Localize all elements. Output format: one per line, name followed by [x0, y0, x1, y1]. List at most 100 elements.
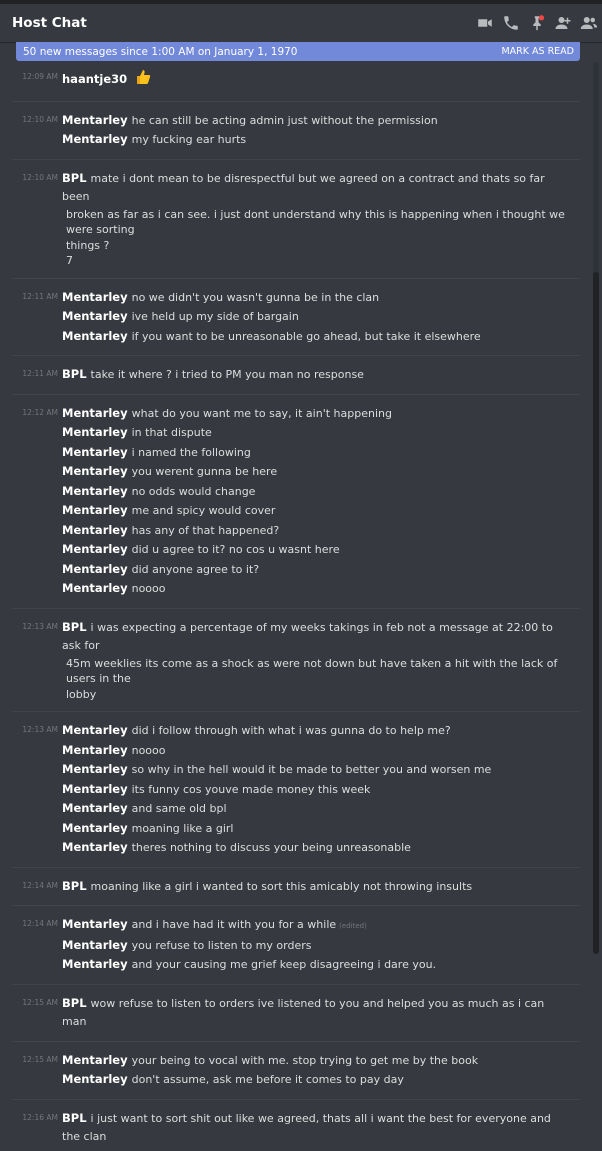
message-text: noooo	[131, 743, 166, 757]
message-text: me and spicy would cover	[131, 504, 276, 517]
message-timestamp: 12:09 AM	[22, 72, 58, 81]
message-timestamp: 12:14 AM	[22, 880, 58, 890]
message-text: its funny cos youve made money this week	[131, 782, 371, 796]
message-text-continued: things ?	[66, 238, 110, 252]
message-text: has any of that happened?	[131, 523, 280, 537]
message: 12:14 AM Mentarley and i have had it with …	[0, 915, 590, 936]
message-text: take it where ? i tried to PM you man no…	[90, 368, 364, 381]
message: Mentarley don't assume, ask me before it …	[0, 1070, 590, 1090]
scrollbar-thumb[interactable]	[593, 272, 599, 954]
message-author[interactable]: Mentarley	[62, 957, 128, 971]
message-author[interactable]: BPL	[62, 1111, 87, 1125]
message-timestamp: 12:14 AM	[22, 919, 58, 928]
message-text: i named the following	[131, 445, 251, 459]
video-call-icon[interactable]	[476, 14, 494, 32]
message-author[interactable]: Mentarley	[62, 113, 128, 127]
message-author[interactable]: Mentarley	[62, 581, 128, 595]
message-text: no odds would change	[131, 484, 256, 498]
edited-marker: (edited)	[339, 922, 367, 930]
message-author[interactable]: Mentarley	[62, 425, 128, 439]
mark-as-read-button[interactable]: MARK AS READ	[501, 46, 574, 57]
message: 12:13 AM BPL i was expecting a percentage …	[0, 618, 590, 656]
message-author[interactable]: Mentarley	[62, 562, 128, 576]
message-author[interactable]: Mentarley	[62, 329, 128, 343]
message-group: 12:13 AM BPL i was expecting a percentage …	[0, 614, 590, 707]
message-author[interactable]: haantje30	[62, 72, 127, 86]
message-text: i was expecting a percentage of my weeks…	[62, 620, 553, 653]
message-group: 12:15 AM BPL wow refuse to listen to order…	[0, 990, 590, 1036]
message-divider	[12, 158, 580, 160]
message: 12:11 AM BPL take it where ? i tried to PM…	[0, 365, 590, 385]
add-friend-icon[interactable]	[554, 14, 572, 32]
message-text: theres nothing to discuss your being unr…	[131, 841, 411, 854]
pinned-messages-icon[interactable]	[528, 14, 546, 32]
message-author[interactable]: Mentarley	[62, 1053, 128, 1067]
message-group: 12:09 AM haantje30	[0, 64, 590, 96]
message-author[interactable]: Mentarley	[62, 743, 128, 757]
message-group: 12:12 AM Mentarley what do you want me to …	[0, 400, 590, 603]
message: Mentarley theres nothing to discuss your …	[0, 838, 590, 858]
message-author[interactable]: BPL	[62, 171, 87, 185]
message-divider	[12, 277, 580, 279]
message-text: moaning like a girl i wanted to sort thi…	[90, 879, 473, 893]
message-text: ive held up my side of bargain	[131, 310, 299, 323]
message-divider	[12, 1040, 580, 1042]
new-messages-banner[interactable]: 50 new messages since 1:00 AM on January…	[16, 42, 580, 61]
message-author[interactable]: Mentarley	[62, 821, 128, 835]
message-author[interactable]: Mentarley	[62, 723, 128, 737]
message: Mentarley me and spicy would cover	[0, 501, 590, 521]
message-author[interactable]: BPL	[62, 879, 87, 893]
message-author[interactable]: BPL	[62, 620, 87, 634]
member-list-icon[interactable]	[580, 14, 598, 32]
message-group: 12:16 AM BPL i just want to sort shit out …	[0, 1105, 590, 1151]
message-author[interactable]: Mentarley	[62, 464, 128, 478]
message-author[interactable]: Mentarley	[62, 801, 128, 815]
message: Mentarley ive held up my side of bargain	[0, 307, 590, 327]
message-author[interactable]: Mentarley	[62, 309, 128, 323]
message-text: no we didn't you wasn't gunna be in the …	[131, 290, 380, 304]
message-text: you refuse to listen to my orders	[131, 938, 312, 952]
message-author[interactable]: BPL	[62, 367, 87, 381]
message-author[interactable]: Mentarley	[62, 938, 128, 952]
message-divider	[12, 711, 580, 712]
message-author[interactable]: Mentarley	[62, 917, 128, 931]
channel-header: Host Chat	[0, 4, 602, 42]
message-author[interactable]: Mentarley	[62, 484, 128, 498]
message-author[interactable]: Mentarley	[62, 406, 128, 420]
message-text: mate i dont mean to be disrespectful but…	[62, 171, 545, 204]
message-author[interactable]: BPL	[62, 996, 87, 1010]
message-author[interactable]: Mentarley	[62, 542, 128, 556]
message-author[interactable]: Mentarley	[62, 523, 128, 537]
message: Mentarley if you want to be unreasonable …	[0, 327, 590, 347]
message-divider	[12, 905, 580, 906]
message: Mentarley you refuse to listen to my orde…	[0, 936, 590, 956]
message-author[interactable]: Mentarley	[62, 762, 128, 776]
message-timestamp: 12:13 AM	[22, 621, 58, 631]
message-group: 12:10 AM BPL mate i dont mean to be disres…	[0, 165, 590, 273]
message-text: did i follow through with what i was gun…	[131, 724, 451, 737]
message-text: i just want to sort shit out like we agr…	[62, 1111, 551, 1144]
message-text: moaning like a girl	[131, 821, 234, 835]
message-author[interactable]: Mentarley	[62, 503, 128, 517]
message-text: did anyone agree to it?	[131, 562, 260, 576]
message-group: 12:11 AM BPL take it where ? i tried to PM…	[0, 361, 590, 389]
message: Mentarley no odds would change	[0, 482, 590, 502]
message-divider	[12, 100, 580, 102]
message-author[interactable]: Mentarley	[62, 290, 128, 304]
message-author[interactable]: Mentarley	[62, 445, 128, 459]
message-text: and same old bpl	[131, 802, 227, 815]
message-author[interactable]: Mentarley	[62, 840, 128, 854]
message-timestamp: 12:11 AM	[22, 369, 58, 378]
message: Mentarley its funny cos youve made money …	[0, 780, 590, 800]
message-text: if you want to be unreasonable go ahead,…	[131, 329, 481, 343]
channel-title: Host Chat	[12, 15, 87, 31]
message-author[interactable]: Mentarley	[62, 782, 128, 796]
message-group: 12:11 AM Mentarley no we didn't you wasn't…	[0, 284, 590, 351]
message-author[interactable]: Mentarley	[62, 132, 128, 146]
message: Mentarley noooo	[0, 741, 590, 761]
message: 12:12 AM Mentarley what do you want me to …	[0, 404, 590, 424]
message-text-continued: broken as far as i can see. i just dont …	[66, 207, 565, 237]
message-author[interactable]: Mentarley	[62, 1072, 128, 1086]
message: 12:15 AM BPL wow refuse to listen to order…	[0, 994, 590, 1032]
voice-call-icon[interactable]	[502, 14, 520, 32]
